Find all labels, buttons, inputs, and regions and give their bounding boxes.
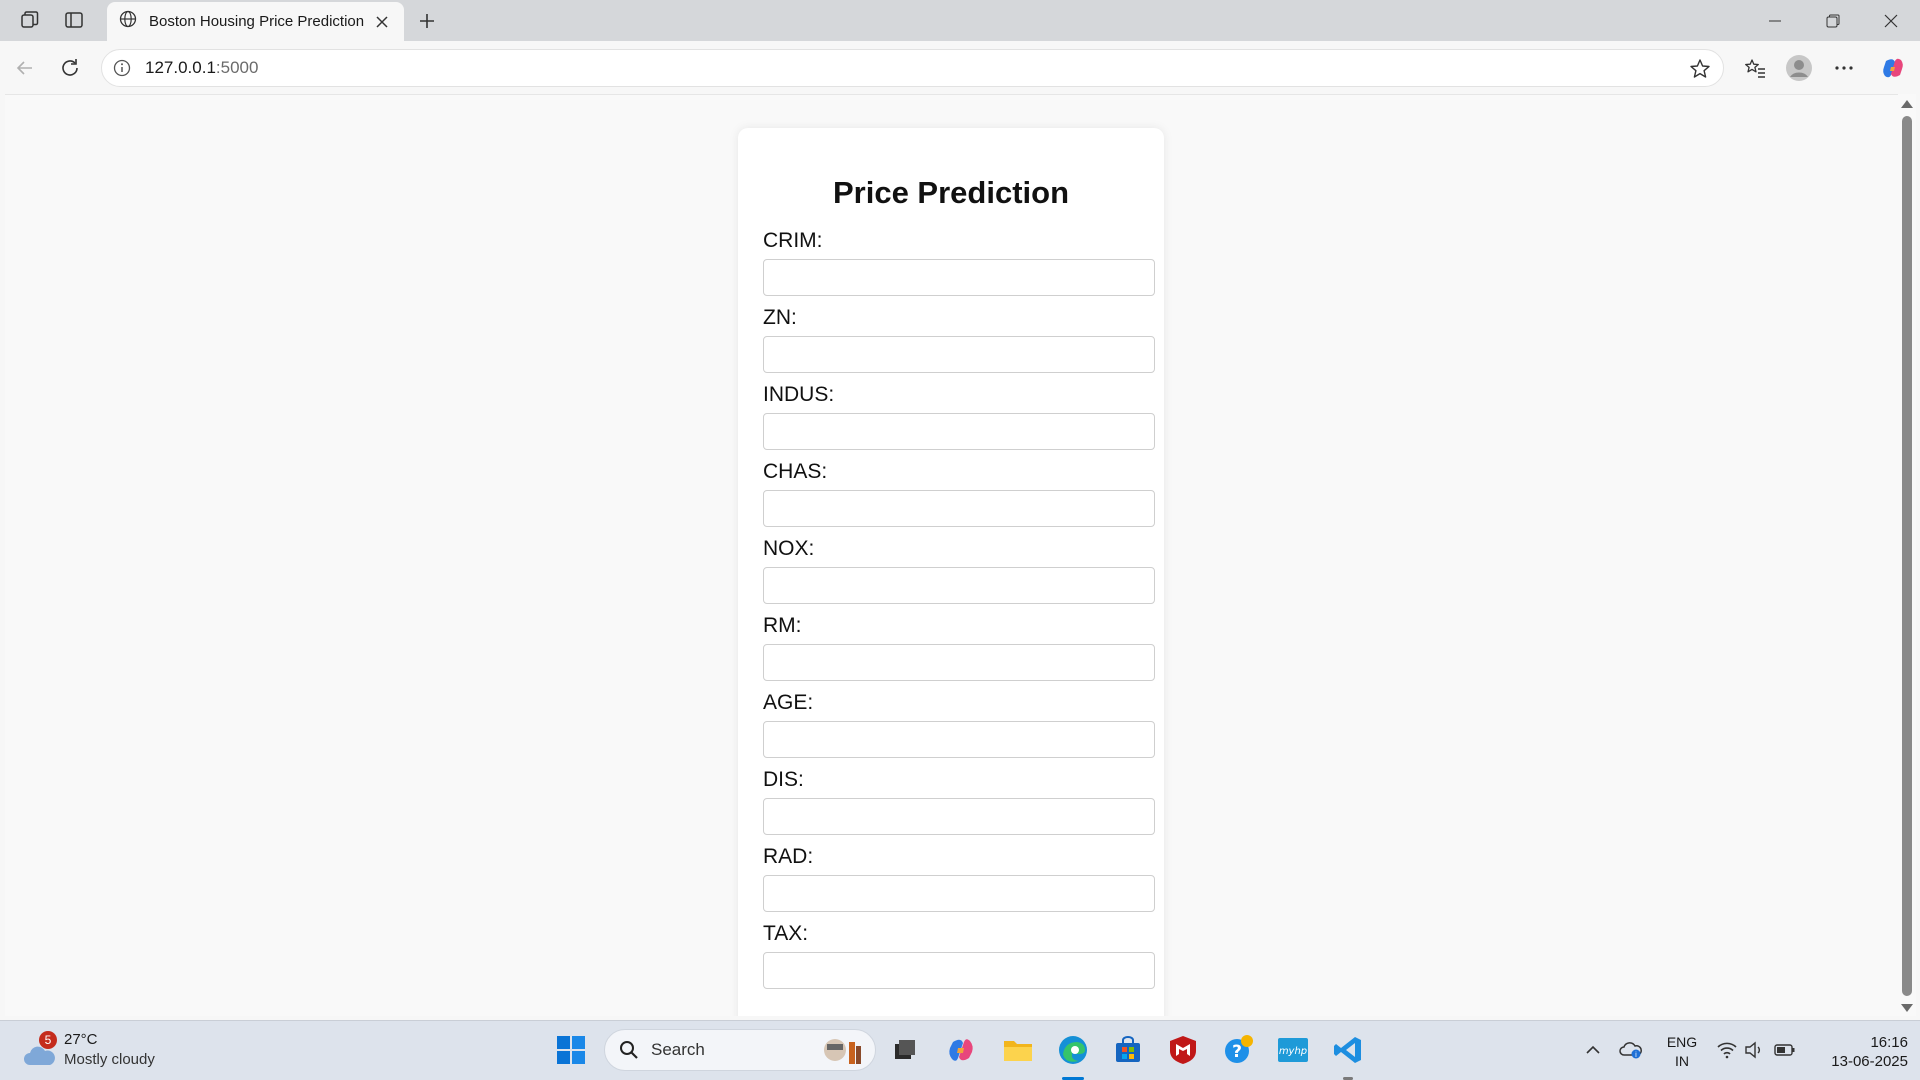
get-help-icon[interactable]: ? (1222, 1033, 1256, 1067)
weather-temp: 27°C (64, 1031, 98, 1048)
show-hidden-icons-chevron-icon[interactable] (1576, 1033, 1610, 1067)
language-indicator[interactable]: ENG IN (1664, 1033, 1700, 1071)
age-input[interactable] (763, 721, 1155, 758)
scroll-down-arrow-icon[interactable] (1901, 1004, 1913, 1012)
field-tax: TAX: (763, 920, 1155, 989)
tax-input[interactable] (763, 952, 1155, 989)
page-scrollbar[interactable] (1898, 94, 1916, 1016)
page-viewport: Price Prediction CRIM: ZN: INDUS: CHAS: … (5, 94, 1898, 1016)
copilot-icon[interactable] (1878, 53, 1908, 83)
site-info-icon[interactable] (113, 59, 131, 77)
taskbar-search[interactable]: Search (604, 1029, 876, 1071)
browser-titlebar: Boston Housing Price Prediction (0, 0, 1920, 41)
address-bar[interactable]: 127.0.0.1:5000 (101, 49, 1724, 87)
lang-top: ENG (1666, 1034, 1698, 1050)
field-label: ZN: (763, 306, 797, 329)
nox-input[interactable] (763, 567, 1155, 604)
scrollbar-thumb[interactable] (1902, 116, 1912, 996)
field-label: AGE: (763, 691, 814, 714)
scroll-up-arrow-icon[interactable] (1901, 100, 1913, 108)
url-text: 127.0.0.1:5000 (145, 58, 258, 78)
field-dis: DIS: (763, 766, 1155, 835)
crim-input[interactable] (763, 259, 1155, 296)
search-icon (619, 1040, 639, 1060)
prediction-form-card: Price Prediction CRIM: ZN: INDUS: CHAS: … (738, 128, 1164, 1016)
prediction-form: CRIM: ZN: INDUS: CHAS: NOX: RM: AGE: DIS… (763, 227, 1155, 989)
mcafee-icon[interactable] (1166, 1033, 1200, 1067)
field-label: TAX: (763, 922, 809, 945)
active-tab[interactable]: Boston Housing Price Prediction (107, 2, 404, 41)
svg-text:i: i (1635, 1051, 1637, 1059)
field-age: AGE: (763, 689, 1155, 758)
url-port: :5000 (215, 58, 259, 77)
field-label: CRIM: (763, 229, 823, 252)
rad-input[interactable] (763, 875, 1155, 912)
field-crim: CRIM: (763, 227, 1155, 296)
field-zn: ZN: (763, 304, 1155, 373)
page-title: Price Prediction (832, 175, 1070, 210)
refresh-button[interactable] (55, 53, 85, 83)
clock-date: 13-06-2025 (1831, 1053, 1908, 1070)
field-label: NOX: (763, 537, 815, 560)
battery-icon[interactable] (1768, 1033, 1802, 1067)
browser-toolbar: 127.0.0.1:5000 (0, 41, 1920, 94)
clock-time: 16:16 (1870, 1034, 1908, 1051)
weather-widget[interactable]: 5 27°C Mostly cloudy (22, 1031, 172, 1073)
indus-input[interactable] (763, 413, 1155, 450)
field-nox: NOX: (763, 535, 1155, 604)
restore-button[interactable] (1804, 0, 1862, 41)
weather-condition: Mostly cloudy (64, 1051, 155, 1068)
edge-browser-icon[interactable] (1056, 1033, 1090, 1067)
file-explorer-icon[interactable] (1001, 1033, 1035, 1067)
vscode-icon[interactable] (1331, 1033, 1365, 1067)
field-chas: CHAS: (763, 458, 1155, 527)
field-label: CHAS: (763, 460, 828, 483)
url-host: 127.0.0.1 (145, 58, 216, 77)
new-tab-button[interactable] (414, 8, 440, 34)
globe-icon (119, 10, 137, 33)
tab-title: Boston Housing Price Prediction (149, 13, 365, 30)
close-window-button[interactable] (1862, 0, 1920, 41)
search-label: Search (651, 1040, 705, 1059)
close-tab-icon[interactable] (372, 12, 392, 32)
field-label: RM: (763, 614, 802, 637)
onedrive-status-icon[interactable]: i (1614, 1033, 1648, 1067)
dis-input[interactable] (763, 798, 1155, 835)
more-options-icon[interactable] (1829, 53, 1859, 83)
minimize-button[interactable] (1746, 0, 1804, 41)
field-indus: INDUS: (763, 381, 1155, 450)
back-button[interactable] (10, 53, 40, 83)
chas-input[interactable] (763, 490, 1155, 527)
search-highlight-icon (817, 1036, 867, 1071)
workspaces-icon[interactable] (18, 8, 42, 32)
field-label: INDUS: (763, 383, 835, 406)
favorite-star-icon[interactable] (1689, 58, 1711, 85)
system-clock[interactable]: 16:16 13-06-2025 (1812, 1033, 1908, 1071)
profile-avatar[interactable] (1784, 53, 1814, 83)
windows-taskbar: 5 27°C Mostly cloudy Search ? myhp i ENG… (0, 1020, 1920, 1080)
field-label: RAD: (763, 845, 814, 868)
svg-text:myhp: myhp (1279, 1046, 1307, 1057)
microsoft-store-icon[interactable] (1111, 1033, 1145, 1067)
field-label: DIS: (763, 768, 804, 791)
myhp-icon[interactable]: myhp (1276, 1033, 1310, 1067)
rm-input[interactable] (763, 644, 1155, 681)
weather-badge: 5 (39, 1031, 57, 1049)
field-rm: RM: (763, 612, 1155, 681)
field-rad: RAD: (763, 843, 1155, 912)
zn-input[interactable] (763, 336, 1155, 373)
lang-bottom: IN (1675, 1053, 1689, 1069)
vertical-tabs-icon[interactable] (62, 8, 86, 32)
volume-icon[interactable] (1737, 1033, 1771, 1067)
task-view-icon[interactable] (888, 1033, 922, 1067)
favorites-icon[interactable] (1740, 53, 1770, 83)
copilot-app-icon[interactable] (944, 1033, 978, 1067)
start-button[interactable] (554, 1033, 588, 1067)
svg-text:?: ? (1232, 1042, 1242, 1062)
